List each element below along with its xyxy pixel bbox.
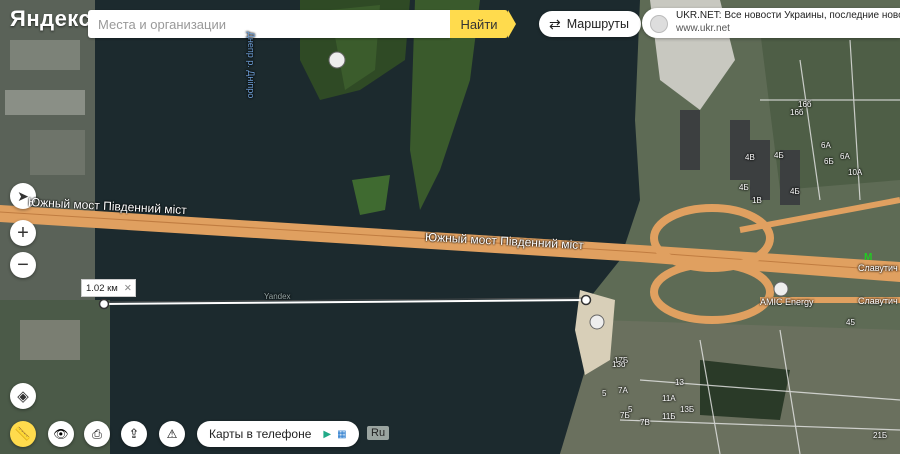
routes-icon: ⇄ bbox=[549, 15, 561, 32]
search-button[interactable]: Найти bbox=[450, 10, 516, 38]
ad-title: UKR.NET: Все новости Украины, последние … bbox=[676, 10, 900, 21]
metro-station-label: Славутич bbox=[858, 296, 898, 306]
play-store-icon: ▶ bbox=[323, 428, 332, 440]
house-number-label: 10А bbox=[848, 168, 863, 177]
ad-url: www.ukr.net bbox=[676, 23, 730, 34]
house-number-label: 11Б bbox=[662, 412, 676, 421]
zoom-in-icon: + bbox=[17, 222, 29, 244]
alert-icon: ⚠ bbox=[166, 427, 178, 441]
watermark: Yandex bbox=[264, 292, 291, 301]
report-button[interactable]: ⚠ bbox=[159, 421, 185, 447]
house-number-label: 11А bbox=[662, 394, 676, 403]
house-number-label: 6А bbox=[840, 152, 850, 161]
routes-button[interactable]: ⇄ Маршруты bbox=[539, 11, 641, 37]
phone-app-promo[interactable]: Карты в телефоне ▶ ▦ bbox=[197, 421, 359, 447]
routes-label: Маршруты bbox=[566, 17, 629, 31]
zoom-out-button[interactable]: − bbox=[10, 252, 36, 278]
print-button[interactable]: ⎙ bbox=[84, 421, 110, 447]
metro-icon: M bbox=[864, 252, 873, 263]
ruler-icon: 📏 bbox=[14, 426, 32, 441]
house-number-label: 13Б bbox=[680, 405, 695, 414]
locate-icon: ➤ bbox=[17, 188, 29, 204]
house-number-label: 1В bbox=[752, 196, 762, 205]
ruler-button[interactable]: 📏 bbox=[10, 421, 36, 447]
house-number-label: 4Б bbox=[790, 187, 800, 196]
house-number-label: 13б bbox=[612, 360, 626, 369]
panorama-icon: 👁 bbox=[53, 427, 69, 441]
house-number-label: 7Б bbox=[620, 411, 630, 420]
house-number-label: 16б bbox=[790, 108, 804, 117]
house-number-label: 13 bbox=[675, 378, 684, 387]
language-button[interactable]: Ru bbox=[367, 426, 390, 440]
house-number-label: 5 bbox=[602, 389, 607, 398]
satellite-map[interactable] bbox=[0, 0, 900, 454]
house-number-label: 45 bbox=[846, 318, 855, 327]
poi-label: AMIC Energy bbox=[760, 297, 814, 307]
house-number-label: 4В bbox=[745, 153, 755, 162]
search-box bbox=[88, 10, 450, 38]
share-button[interactable]: ⇪ bbox=[121, 421, 147, 447]
close-icon[interactable]: ✕ bbox=[124, 283, 132, 294]
house-number-label: 7В bbox=[640, 418, 650, 427]
search-input[interactable] bbox=[88, 10, 448, 38]
phone-promo-label: Карты в телефоне bbox=[209, 427, 312, 441]
house-number-label: 4Б bbox=[774, 151, 784, 160]
metro-station-label: Славутич bbox=[858, 263, 898, 273]
house-number-label: 6Б bbox=[824, 157, 834, 166]
layers-icon: ◈ bbox=[17, 387, 29, 405]
zoom-in-button[interactable]: + bbox=[10, 220, 36, 246]
house-number-label: 7А bbox=[618, 386, 628, 395]
share-icon: ⇪ bbox=[128, 426, 140, 441]
river-label: Днепр р. Дніпро bbox=[246, 31, 257, 99]
print-icon: ⎙ bbox=[92, 426, 102, 441]
ruler-distance: 1.02 км bbox=[86, 282, 118, 294]
zoom-out-icon: − bbox=[17, 254, 29, 276]
logo[interactable]: Яндекс bbox=[10, 6, 91, 32]
layers-button[interactable]: ◈ bbox=[10, 383, 36, 409]
house-number-label: 6А bbox=[821, 141, 831, 150]
ad-logo-icon bbox=[650, 15, 668, 33]
house-number-label: 4Б bbox=[739, 183, 749, 192]
house-number-label: 21Б bbox=[873, 431, 888, 440]
panorama-button[interactable]: 👁 bbox=[48, 421, 74, 447]
windows-icon: ▦ bbox=[337, 428, 347, 440]
ad-banner[interactable]: UKR.NET: Все новости Украины, последние … bbox=[642, 8, 900, 38]
ruler-distance-label: 1.02 км ✕ bbox=[81, 279, 136, 297]
